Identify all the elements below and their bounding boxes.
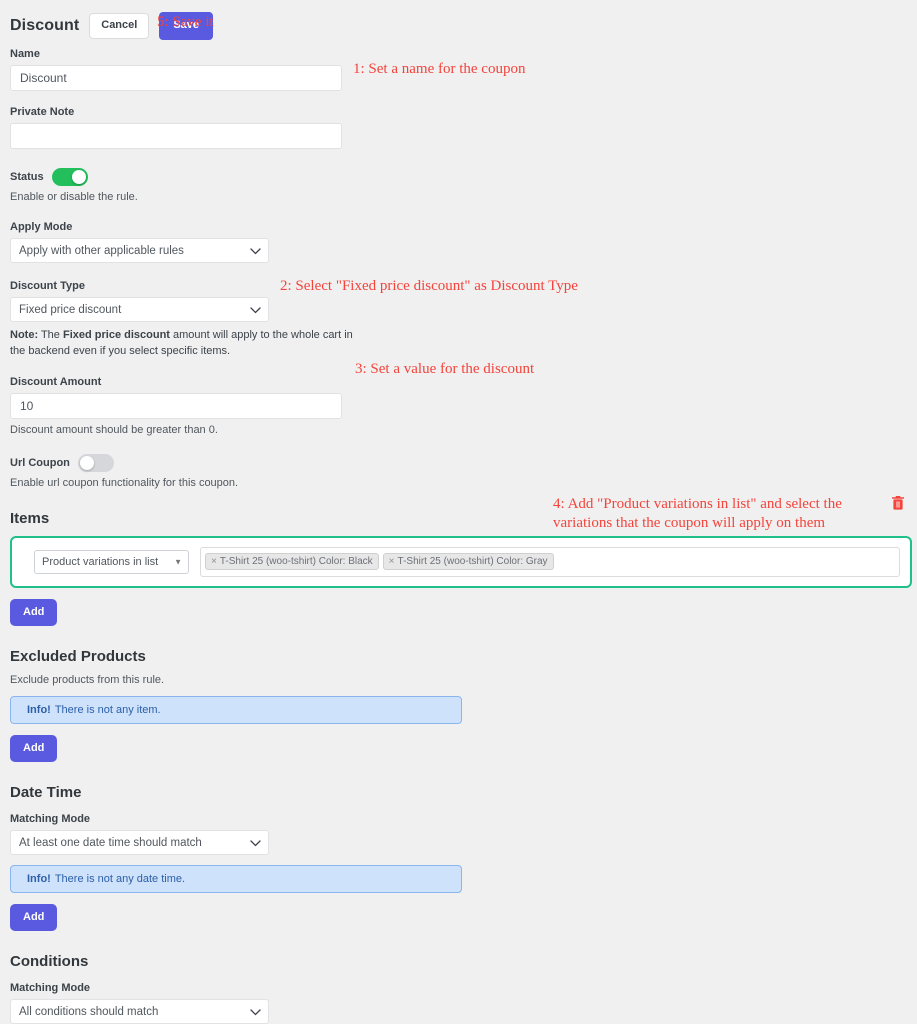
field-url-coupon: Url Coupon Enable url coupon functionali… bbox=[10, 453, 907, 489]
page-title: Discount bbox=[10, 17, 80, 34]
url-coupon-label: Url Coupon bbox=[10, 456, 70, 469]
apply-mode-select-wrap: Apply with other applicable rules bbox=[10, 238, 269, 263]
conditions-title: Conditions bbox=[10, 953, 89, 971]
field-apply-mode: Apply Mode Apply with other applicable r… bbox=[10, 221, 907, 263]
items-add-row: Add bbox=[10, 598, 907, 627]
coupon-form: Name Private Note Status Enable or disab… bbox=[0, 48, 917, 1024]
apply-mode-label: Apply Mode bbox=[10, 221, 73, 233]
date-time-matching-mode-label: Matching Mode bbox=[10, 813, 91, 826]
url-coupon-toggle[interactable] bbox=[77, 453, 114, 472]
field-status: Status Enable or disable the rule. bbox=[10, 168, 907, 203]
page-header: Discount Cancel Save bbox=[0, 0, 917, 42]
item-tag[interactable]: × T-Shirt 25 (woo-tshirt) Color: Gray bbox=[382, 553, 554, 571]
field-private-note: Private Note bbox=[10, 106, 907, 149]
status-label: Status bbox=[10, 171, 44, 183]
url-coupon-hint: Enable url coupon functionality for this… bbox=[10, 476, 239, 489]
date-time-title: Date Time bbox=[10, 784, 82, 802]
date-time-add-button[interactable]: Add bbox=[10, 904, 58, 932]
note-prefix: Note: bbox=[10, 329, 39, 341]
excluded-products-add-button[interactable]: Add bbox=[10, 735, 58, 763]
info-text: There is not any date time. bbox=[54, 873, 186, 886]
conditions-matching-mode-select-wrap: All conditions should match bbox=[10, 999, 269, 1024]
excluded-products-title: Excluded Products bbox=[10, 648, 146, 666]
private-note-input[interactable] bbox=[10, 123, 342, 149]
field-discount-amount: Discount Amount Discount amount should b… bbox=[10, 376, 907, 436]
info-text: There is not any item. bbox=[54, 704, 161, 717]
items-rule-row: Product variations in list ▼ × T-Shirt 2… bbox=[10, 535, 912, 588]
annotation-5: 5: Save it bbox=[157, 14, 214, 30]
date-time-matching-mode-select[interactable]: At least one date time should match bbox=[10, 830, 269, 856]
name-input[interactable] bbox=[10, 65, 342, 91]
date-time-info-banner: Info! There is not any date time. bbox=[10, 865, 462, 894]
excluded-products-info-banner: Info! There is not any item. bbox=[10, 696, 462, 725]
conditions-matching-mode-select[interactable]: All conditions should match bbox=[10, 999, 269, 1024]
field-date-time-matching-mode: Matching Mode At least one date time sho… bbox=[10, 813, 907, 856]
remove-tag-icon[interactable]: × bbox=[389, 556, 395, 567]
date-time-matching-mode-select-wrap: At least one date time should match bbox=[10, 830, 269, 856]
items-tag-input[interactable]: × T-Shirt 25 (woo-tshirt) Color: Black ×… bbox=[200, 546, 900, 577]
note-text-1: The bbox=[38, 329, 63, 341]
info-label: Info! bbox=[27, 873, 51, 886]
item-tag-label: T-Shirt 25 (woo-tshirt) Color: Gray bbox=[397, 556, 548, 568]
annotation-1: 1: Set a name for the coupon bbox=[353, 61, 526, 77]
info-label: Info! bbox=[27, 704, 51, 717]
annotation-2: 2: Select "Fixed price discount" as Disc… bbox=[280, 278, 578, 294]
status-hint: Enable or disable the rule. bbox=[10, 191, 138, 203]
remove-tag-icon[interactable]: × bbox=[211, 556, 217, 567]
discount-amount-input[interactable] bbox=[10, 392, 342, 419]
annotation-3: 3: Set a value for the discount bbox=[355, 361, 535, 377]
status-toggle-knob bbox=[71, 170, 86, 184]
coupon-edit-page: Discount Cancel Save 5: Save it 1: Set a… bbox=[0, 0, 917, 1024]
name-label: Name bbox=[10, 48, 40, 60]
items-add-button[interactable]: Add bbox=[10, 598, 58, 627]
items-rule-select[interactable]: Product variations in list bbox=[34, 549, 189, 574]
note-bold: Fixed price discount bbox=[62, 329, 170, 341]
private-note-label: Private Note bbox=[10, 106, 75, 118]
discount-type-select-wrap: Fixed price discount bbox=[10, 297, 269, 322]
trash-icon[interactable] bbox=[891, 495, 905, 515]
excluded-products-hint: Exclude products from this rule. bbox=[10, 674, 165, 687]
items-rule-select-wrap: Product variations in list ▼ bbox=[34, 549, 189, 574]
status-row: Status bbox=[10, 168, 907, 186]
url-coupon-row: Url Coupon bbox=[10, 453, 907, 472]
field-conditions-matching-mode: Matching Mode All conditions should matc… bbox=[10, 982, 907, 1024]
url-coupon-toggle-knob bbox=[79, 455, 94, 470]
status-toggle[interactable] bbox=[51, 168, 88, 186]
discount-type-note: Note: The Fixed price discount amount wi… bbox=[10, 328, 355, 360]
item-tag-label: T-Shirt 25 (woo-tshirt) Color: Black bbox=[219, 556, 373, 568]
annotation-4: 4: Add "Product variations in list" and … bbox=[553, 496, 842, 531]
discount-type-select[interactable]: Fixed price discount bbox=[10, 297, 269, 322]
discount-amount-hint: Discount amount should be greater than 0… bbox=[10, 423, 218, 436]
item-tag[interactable]: × T-Shirt 25 (woo-tshirt) Color: Black bbox=[205, 553, 379, 571]
excluded-products-add-row: Add bbox=[10, 735, 907, 763]
cancel-button[interactable]: Cancel bbox=[89, 13, 150, 39]
apply-mode-select[interactable]: Apply with other applicable rules bbox=[10, 238, 269, 263]
date-time-add-row: Add bbox=[10, 904, 907, 932]
conditions-matching-mode-label: Matching Mode bbox=[10, 982, 91, 995]
